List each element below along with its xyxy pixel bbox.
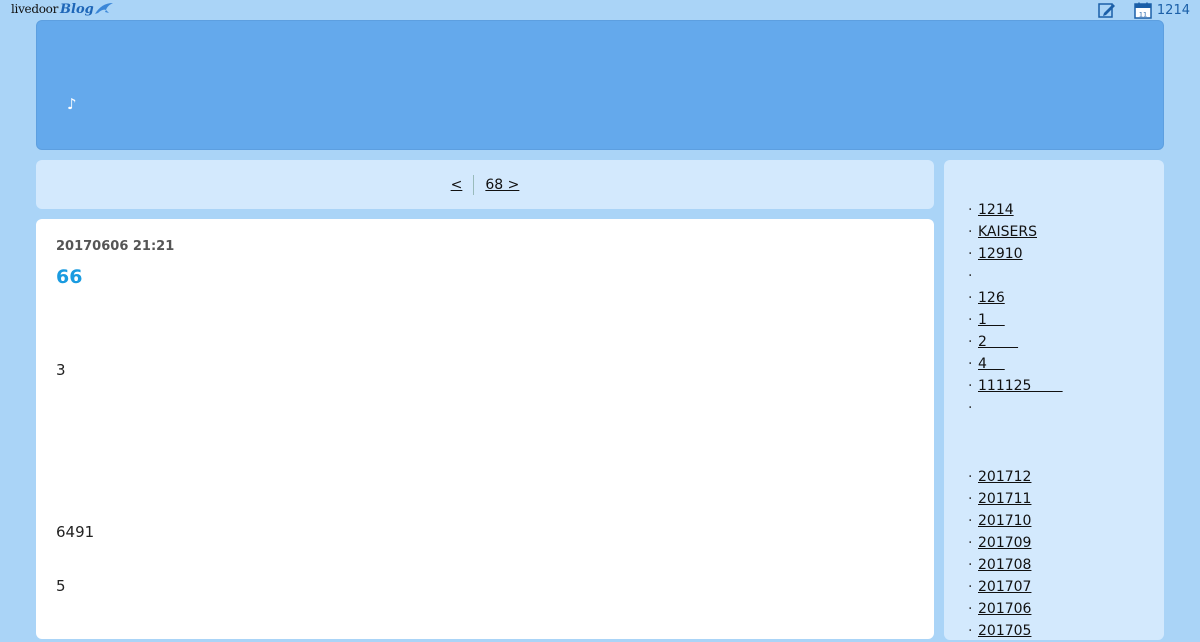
- blog-header: ♪: [36, 20, 1164, 150]
- list-item: · 201711: [968, 491, 1032, 507]
- list-item: · KAISERS: [968, 224, 1037, 240]
- article-pager: < 68 >: [36, 160, 934, 209]
- archive-link[interactable]: 201705: [978, 623, 1031, 639]
- sidebar-link[interactable]: KAISERS: [978, 224, 1037, 240]
- list-item: · 201710: [968, 513, 1032, 529]
- list-item: · 4: [968, 356, 1005, 372]
- list-item: · 201705: [968, 623, 1032, 639]
- list-item: ·: [968, 400, 973, 416]
- next-article-link[interactable]: 68 >: [485, 177, 519, 193]
- top-bar: livedoor Blog 11 1214: [0, 0, 1200, 20]
- archive-link[interactable]: 201710: [978, 513, 1031, 529]
- calendar-count: 1214: [1156, 2, 1190, 18]
- archive-link[interactable]: 201709: [978, 535, 1031, 551]
- list-item: · 12910: [968, 246, 1023, 262]
- dolphin-icon: [94, 3, 113, 14]
- list-item: · 111125: [968, 378, 1063, 394]
- archive-link[interactable]: 201708: [978, 557, 1031, 573]
- sidebar-link[interactable]: 126: [978, 290, 1005, 306]
- calendar-button[interactable]: 11 1214: [1134, 2, 1190, 19]
- sidebar-archives: · 201712 · 201711 · 201710 · 201709 · 201708 …: [968, 466, 1031, 642]
- sidebar-link[interactable]: 4: [978, 356, 1005, 372]
- sidebar-link[interactable]: 2: [978, 334, 1018, 350]
- article-date: 20170606 21:21: [56, 239, 175, 254]
- list-item: · 201708: [968, 557, 1032, 573]
- pager-divider: [473, 174, 475, 195]
- article-paragraph: 6491: [56, 523, 95, 541]
- list-item: · 201709: [968, 535, 1032, 551]
- archive-link[interactable]: 201706: [978, 601, 1031, 617]
- article-title[interactable]: 66: [56, 266, 82, 288]
- top-right-tools: 11 1214: [1098, 1, 1190, 19]
- archive-link[interactable]: 201711: [978, 491, 1031, 507]
- edit-icon: [1098, 3, 1115, 18]
- svg-text:11: 11: [1139, 10, 1147, 18]
- sidebar-link[interactable]: 1: [978, 312, 1005, 328]
- archive-link[interactable]: 201712: [978, 469, 1031, 485]
- list-item: · 1214: [968, 202, 1014, 218]
- list-item: · 1: [968, 312, 1005, 328]
- list-item: ·: [968, 268, 973, 284]
- list-item: · 201706: [968, 601, 1032, 617]
- livedoor-blog-logo[interactable]: livedoor Blog: [11, 0, 114, 18]
- sidebar-link[interactable]: 12910: [978, 246, 1023, 262]
- list-item: · 201707: [968, 579, 1032, 595]
- archive-link[interactable]: 201707: [978, 579, 1031, 595]
- header-note: ♪: [67, 95, 77, 113]
- sidebar-link[interactable]: 111125: [978, 378, 1063, 394]
- list-item: · 201712: [968, 469, 1032, 485]
- list-item: · 126: [968, 290, 1005, 306]
- edit-button[interactable]: [1098, 2, 1116, 18]
- sidebar-link[interactable]: 1214: [978, 202, 1014, 218]
- calendar-icon: 11: [1134, 2, 1152, 19]
- sidebar-links: · 1214 · KAISERS · 12910 · · 126 · 1 · 2 · 4 · 1…: [968, 199, 1063, 419]
- sidebar: · 1214 · KAISERS · 12910 · · 126 · 1 · 2 · 4 · 1…: [944, 160, 1164, 640]
- list-item: · 2: [968, 334, 1019, 350]
- prev-article-link[interactable]: <: [451, 177, 463, 193]
- logo-blog-text: Blog: [60, 1, 94, 17]
- article: 20170606 21:21 66 3 6491 5: [36, 219, 934, 639]
- article-paragraph: 3: [56, 361, 66, 379]
- article-paragraph: 5: [56, 577, 66, 595]
- logo-text: livedoor: [11, 2, 59, 16]
